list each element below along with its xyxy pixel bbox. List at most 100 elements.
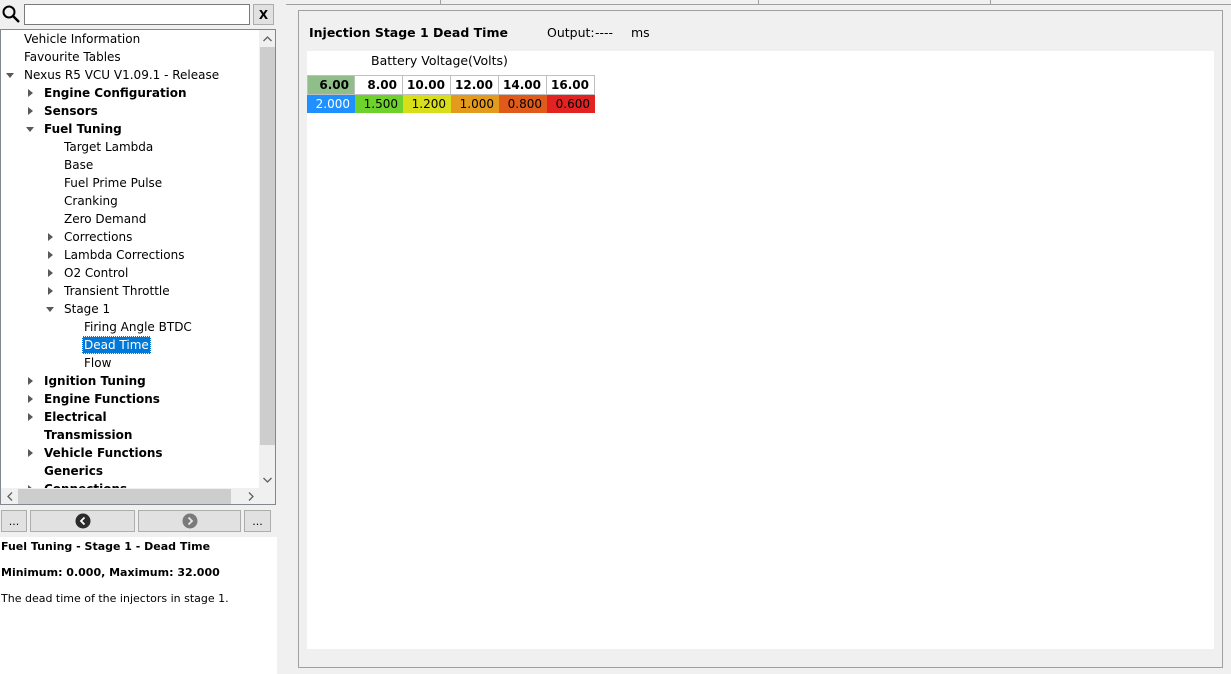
scroll-left-icon[interactable] — [1, 488, 18, 504]
column-header[interactable]: 12.00 — [451, 75, 499, 95]
tree-item[interactable]: Engine Functions — [1, 390, 259, 408]
tree-item-label: Dead Time — [82, 336, 151, 354]
output-value: ---- — [595, 25, 614, 40]
column-header[interactable]: 6.00 — [307, 75, 355, 95]
collapsed-arrow-icon[interactable] — [24, 480, 36, 488]
tree-item[interactable]: Dead Time — [1, 336, 259, 354]
tree-item[interactable]: Connections — [1, 480, 259, 488]
horizontal-scroll-thumb[interactable] — [18, 489, 231, 504]
tree-item-label: Firing Angle BTDC — [84, 320, 192, 334]
x-axis-unit: (Volts) — [468, 53, 508, 68]
value-cell[interactable]: 0.600 — [547, 95, 595, 113]
search-input[interactable] — [24, 4, 250, 25]
description-range: Minimum: 0.000, Maximum: 32.000 — [1, 566, 220, 579]
tree-item[interactable]: Fuel Tuning — [1, 120, 259, 138]
value-cell[interactable]: 1.500 — [355, 95, 403, 113]
collapsed-arrow-icon[interactable] — [24, 408, 36, 426]
tree-item-label: Stage 1 — [64, 302, 111, 316]
table-editor: Injection Stage 1 Dead Time Output: ----… — [298, 10, 1223, 668]
collapsed-arrow-icon[interactable] — [24, 444, 36, 462]
tree-item[interactable]: Lambda Corrections — [1, 246, 259, 264]
forward-button[interactable] — [138, 510, 241, 532]
horizontal-scrollbar[interactable] — [1, 488, 259, 504]
tree-item[interactable]: Cranking — [1, 192, 259, 210]
tree-item[interactable]: Vehicle Information — [1, 30, 259, 48]
collapsed-arrow-icon[interactable] — [44, 282, 56, 300]
tree-item[interactable]: Firing Angle BTDC — [1, 318, 259, 336]
left-panel: X Vehicle Information Favourite Tables Nex… — [0, 0, 277, 674]
collapsed-arrow-icon[interactable] — [24, 390, 36, 408]
tree-item-label: Vehicle Information — [24, 32, 141, 46]
clear-search-button[interactable]: X — [253, 4, 274, 25]
scroll-up-icon[interactable] — [259, 30, 275, 47]
tree-item-label: Electrical — [44, 410, 107, 424]
column-header[interactable]: 16.00 — [547, 75, 595, 95]
tree-item[interactable]: Generics — [1, 462, 259, 480]
tree-item-label: Sensors — [44, 104, 98, 118]
tree-item[interactable]: Zero Demand — [1, 210, 259, 228]
tree-item-label: Transmission — [44, 428, 133, 442]
tree-item[interactable]: Flow — [1, 354, 259, 372]
tree-item-label: Fuel Prime Pulse — [64, 176, 163, 190]
value-cell[interactable]: 1.200 — [403, 95, 451, 113]
column-header[interactable]: 14.00 — [499, 75, 547, 95]
tree-item-label: Flow — [84, 356, 112, 370]
column-header[interactable]: 8.00 — [355, 75, 403, 95]
description-path: Fuel Tuning - Stage 1 - Dead Time — [1, 540, 211, 553]
forward-icon — [182, 513, 197, 529]
column-header[interactable]: 10.00 — [403, 75, 451, 95]
table-content: Battery Voltage (Volts) 6.00 8.00 10.00 12.… — [307, 51, 1214, 649]
tree-item-label: Zero Demand — [64, 212, 147, 226]
value-cell[interactable]: 2.000 — [307, 95, 355, 113]
tree-item[interactable]: Transmission — [1, 426, 259, 444]
tree-item[interactable]: Fuel Prime Pulse — [1, 174, 259, 192]
tree-item[interactable]: O2 Control — [1, 264, 259, 282]
tree-item[interactable]: Corrections — [1, 228, 259, 246]
tree-item-label: Connections — [42, 480, 129, 488]
vertical-scroll-thumb[interactable] — [260, 47, 275, 445]
panel-splitter[interactable] — [277, 0, 286, 674]
tree-items: Vehicle Information Favourite Tables Nexus… — [1, 30, 259, 488]
expanded-arrow-icon[interactable] — [44, 300, 56, 318]
tree-item[interactable]: Favourite Tables — [1, 48, 259, 66]
tree-item[interactable]: Ignition Tuning — [1, 372, 259, 390]
back-button[interactable] — [30, 510, 135, 532]
x-axis-title: Battery Voltage — [371, 53, 469, 68]
tree-item[interactable]: Nexus R5 VCU V1.09.1 - Release — [1, 66, 259, 84]
tree-item[interactable]: Base — [1, 156, 259, 174]
expanded-arrow-icon[interactable] — [4, 66, 16, 84]
collapsed-arrow-icon[interactable] — [24, 372, 36, 390]
collapsed-arrow-icon[interactable] — [44, 246, 56, 264]
expanded-arrow-icon[interactable] — [24, 120, 36, 138]
tree-item[interactable]: Target Lambda — [1, 138, 259, 156]
tree-item-label: Vehicle Functions — [44, 446, 163, 460]
tree-item-label: O2 Control — [64, 266, 129, 280]
tree-item-label: Favourite Tables — [24, 50, 121, 64]
tree-item[interactable]: Engine Configuration — [1, 84, 259, 102]
tree-item[interactable]: Vehicle Functions — [1, 444, 259, 462]
tree-item-label: Cranking — [64, 194, 118, 208]
tree-item[interactable]: Electrical — [1, 408, 259, 426]
vertical-scrollbar[interactable] — [259, 30, 275, 488]
tab-strip — [286, 0, 1231, 5]
scroll-down-icon[interactable] — [259, 471, 275, 488]
value-cell[interactable]: 1.000 — [451, 95, 499, 113]
scroll-right-icon[interactable] — [242, 488, 259, 504]
more-right-button[interactable]: ... — [244, 510, 271, 532]
back-icon — [75, 513, 90, 529]
search-bar: X — [0, 0, 277, 29]
tree-item-label: Nexus R5 VCU V1.09.1 - Release — [24, 68, 220, 82]
collapsed-arrow-icon[interactable] — [44, 264, 56, 282]
more-left-button[interactable]: ... — [1, 510, 27, 532]
collapsed-arrow-icon[interactable] — [24, 84, 36, 102]
tree-item-label: Base — [64, 158, 94, 172]
value-cell[interactable]: 0.800 — [499, 95, 547, 113]
tree-item[interactable]: Transient Throttle — [1, 282, 259, 300]
tree-item[interactable]: Sensors — [1, 102, 259, 120]
collapsed-arrow-icon[interactable] — [44, 228, 56, 246]
tree-item[interactable]: Stage 1 — [1, 300, 259, 318]
tree-item-label: Fuel Tuning — [44, 122, 122, 136]
collapsed-arrow-icon[interactable] — [24, 102, 36, 120]
search-icon[interactable] — [1, 4, 21, 24]
description-panel: Fuel Tuning - Stage 1 - Dead Time Minimu… — [0, 537, 277, 674]
